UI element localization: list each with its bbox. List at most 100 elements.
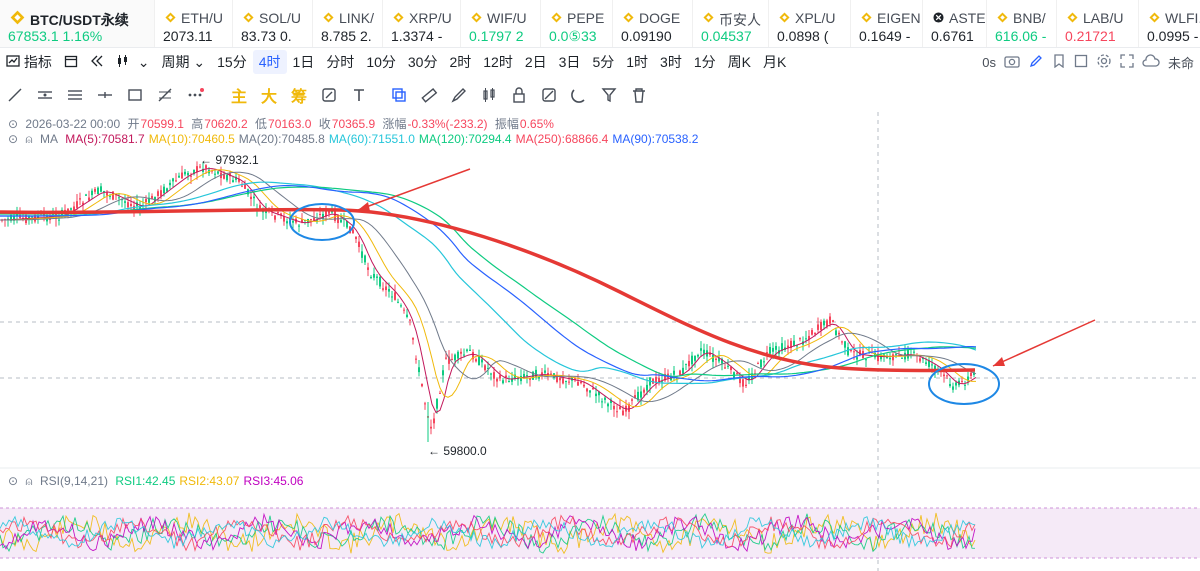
ma-value: MA(90):70538.2 <box>612 132 699 146</box>
lock-tool[interactable] <box>504 80 534 110</box>
candle-body <box>907 349 909 359</box>
text-tool[interactable] <box>344 80 374 110</box>
interval-option[interactable]: 5分 <box>586 50 620 74</box>
ma5-line <box>0 168 977 414</box>
more-tools[interactable] <box>180 80 210 110</box>
interval-option[interactable]: 1时 <box>620 50 654 74</box>
bookmark-icon[interactable] <box>1052 53 1066 71</box>
camera-icon[interactable] <box>1004 54 1020 71</box>
ticker-item[interactable]: SOL/U 83.73 0. <box>233 0 313 47</box>
ticker-price-line: 0.0⑤33 <box>549 28 611 45</box>
collapse-icon[interactable]: ⊙ <box>8 132 18 146</box>
ticker-symbol: XPL/U <box>795 10 836 26</box>
chevron-down-icon: ⌄ <box>137 54 150 70</box>
candle-body <box>469 349 471 351</box>
ticker-price: 8.785 <box>321 28 357 44</box>
candle-body <box>595 393 597 397</box>
cloud-icon[interactable] <box>1142 53 1160 71</box>
high-label: 高 <box>191 117 204 131</box>
chart-area[interactable]: ⊙ 2026-03-22 00:00 开70599.1 高70620.2 低70… <box>0 112 1200 571</box>
fib-tool[interactable] <box>150 80 180 110</box>
indicator-button[interactable]: 指标 <box>0 50 58 74</box>
fullscreen-icon[interactable] <box>1120 53 1134 71</box>
interval-option[interactable]: 月K <box>757 50 792 74</box>
interval-option[interactable]: 2日 <box>519 50 553 74</box>
ticker-item[interactable]: BTC/USDT永续 67853.1 1.16% <box>0 0 155 47</box>
ticker-item[interactable]: DOGE 0.09190 <box>613 0 693 47</box>
ticker-price: 1.3374 <box>391 28 434 44</box>
collapse-icon[interactable]: ⊙ <box>8 117 18 131</box>
ticker-item[interactable]: ETH/U 2073.11 <box>155 0 233 47</box>
candle-body <box>823 320 825 326</box>
visibility-tool[interactable] <box>534 80 564 110</box>
ticker-item[interactable]: LAB/U 0.21721 <box>1057 0 1139 47</box>
candle-tool[interactable] <box>474 80 504 110</box>
ma-value: MA(120):70294.4 <box>418 132 512 146</box>
interval-option[interactable]: 周K <box>722 50 757 74</box>
change-label: 涨幅 <box>382 117 407 131</box>
ticker-item[interactable]: EIGEN 0.1649 - <box>851 0 923 47</box>
horizontal-ray-tool[interactable] <box>30 80 60 110</box>
ticker-symbol: ASTE <box>949 10 986 26</box>
ticker-item[interactable]: WLFI. 0.0995 - <box>1139 0 1200 47</box>
collapse-icon[interactable]: ⊙ <box>8 474 18 488</box>
filter-tool[interactable] <box>594 80 624 110</box>
ticker-item[interactable]: WIF/U 0.1797 2 <box>461 0 541 47</box>
period-dropdown[interactable]: 周期 ⌄ <box>156 50 212 74</box>
layout-icon[interactable] <box>1074 54 1088 71</box>
channel-tool[interactable] <box>60 80 90 110</box>
interval-option[interactable]: 12时 <box>477 50 519 74</box>
candle-body <box>364 255 366 263</box>
interval-option[interactable]: 3日 <box>553 50 587 74</box>
rectangle-tool[interactable] <box>120 80 150 110</box>
ticker-item[interactable]: LINK/8.785 2. <box>313 0 383 47</box>
replay-button[interactable] <box>84 50 110 74</box>
candle-body <box>562 378 564 384</box>
candle-body <box>769 347 771 354</box>
delete-tool[interactable] <box>624 80 654 110</box>
ticker-item[interactable]: XPL/U 0.0898 ( <box>769 0 851 47</box>
candle-body <box>679 370 681 375</box>
candle-body <box>232 180 234 183</box>
layers-icon <box>392 88 406 102</box>
chip-button[interactable]: 筹 <box>284 80 314 110</box>
horizontal-line-tool[interactable] <box>90 80 120 110</box>
interval-option[interactable]: 1分 <box>688 50 722 74</box>
edit-tool[interactable] <box>314 80 344 110</box>
ticker-item[interactable]: 币安人 0.04537 <box>693 0 769 47</box>
ruler-tool[interactable] <box>414 80 444 110</box>
interval-option[interactable]: 分时 <box>320 50 360 74</box>
alarm-icon[interactable]: ⍝ <box>25 474 32 488</box>
candle-body <box>727 365 729 367</box>
brush-tool[interactable] <box>444 80 474 110</box>
interval-option[interactable]: 4时 <box>252 50 287 74</box>
big-order-button[interactable]: 大 <box>254 80 284 110</box>
layers-tool[interactable] <box>384 80 414 110</box>
magnet-tool[interactable] <box>564 80 594 110</box>
main-force-button[interactable]: 主 <box>224 80 254 110</box>
gear-icon[interactable] <box>1096 53 1112 72</box>
alarm-icon[interactable]: ⍝ <box>25 132 32 146</box>
interval-option[interactable]: 15分 <box>211 50 253 74</box>
ticker-item[interactable]: BNB/616.06 - <box>987 0 1057 47</box>
ticker-symbol: PEPE <box>567 10 605 26</box>
chart-type-button[interactable]: ⌄ <box>110 50 156 74</box>
ticker-symbol: WIF/U <box>487 10 527 26</box>
candle-body <box>484 365 486 371</box>
ticker-item[interactable]: XRP/U 1.3374 - <box>383 0 461 47</box>
ticker-item[interactable]: PEPE 0.0⑤33 <box>541 0 613 47</box>
interval-option[interactable]: 1日 <box>287 50 321 74</box>
interval-option[interactable]: 30分 <box>402 50 444 74</box>
ticker-item[interactable]: ASTE 0.6761 <box>923 0 987 47</box>
candle-body <box>85 194 87 196</box>
interval-option[interactable]: 2时 <box>443 50 477 74</box>
rsi-value: RSI3:45.06 <box>243 474 304 488</box>
interval-option[interactable]: 3时 <box>654 50 688 74</box>
pencil-icon[interactable] <box>1028 54 1044 71</box>
candlestick-chart[interactable] <box>0 112 1200 571</box>
candle-body <box>640 391 642 398</box>
trendline-tool[interactable] <box>0 80 30 110</box>
interval-option[interactable]: 10分 <box>360 50 402 74</box>
calendar-button[interactable] <box>58 50 84 74</box>
ticker-change: 0. <box>279 28 292 44</box>
